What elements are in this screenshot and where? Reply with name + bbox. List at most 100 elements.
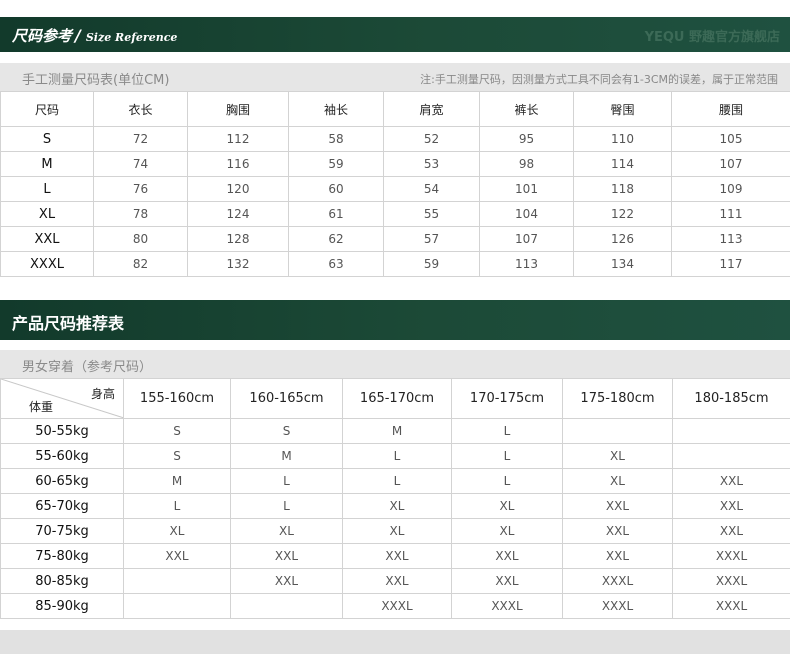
recommended-size-cell: XXL [230,543,343,569]
measurement-header-cell: 尺码 [0,91,94,127]
measurement-cell: 76 [93,176,188,202]
height-header-cell: 180-185cm [672,378,790,419]
measurement-cell: 104 [479,201,574,227]
weight-cell: 55-60kg [0,443,124,469]
recommendation-table-title: 男女穿着（参考尺码） [22,360,153,375]
measurement-header-cell: 臀围 [573,91,672,127]
recommended-size-cell: L [123,493,231,519]
measurement-cell: 101 [479,176,574,202]
banner-slash: / [75,26,81,45]
recommended-size-cell: XL [342,493,452,519]
corner-weight-label: 体重 [29,400,54,414]
measurement-header-cell: 胸围 [187,91,289,127]
table-row: M 74 116 59 53 98 114 107 [0,151,790,177]
measurement-cell: 107 [479,226,574,252]
recommended-size-cell: XL [451,493,563,519]
recommended-size-cell: L [230,468,343,494]
height-header-cell: 155-160cm [123,378,231,419]
measurement-cell: 117 [671,251,790,277]
weight-cell: 80-85kg [0,568,124,594]
recommended-size-cell: L [451,468,563,494]
table-row: XXXL 82 132 63 59 113 134 117 [0,251,790,277]
recommended-size-cell: XXL [451,543,563,569]
measurement-cell: 63 [288,251,384,277]
corner-height-label: 身高 [90,387,115,401]
measurement-cell: 55 [383,201,480,227]
measurement-header-row: 尺码 衣长 胸围 袖长 肩宽 裤长 臀围 腰围 [0,91,790,127]
weight-cell: 85-90kg [0,593,124,619]
recommended-size-cell [123,568,231,594]
measurement-cell: 116 [187,151,289,177]
height-header-cell: 165-170cm [342,378,452,419]
table-row: 85-90kg XXXL XXXL XXXL XXXL [0,593,790,619]
measurement-table-body: S 72 112 58 52 95 110 105 M 74 116 59 53 98 114 107 L 76 1… [0,126,790,277]
recommended-size-cell: XXXL [562,568,673,594]
measurement-table: 尺码 衣长 胸围 袖长 肩宽 裤长 臀围 腰围 S 72 112 58 52 95 110 105 M 74 11… [0,91,790,277]
recommended-size-cell: S [230,418,343,444]
recommended-size-cell: XXXL [672,568,790,594]
measurement-cell: 118 [573,176,672,202]
corner-diagonal: 身高 体重 [1,379,123,418]
measurement-cell: 126 [573,226,672,252]
size-cell: XXL [0,226,94,252]
recommended-size-cell: XXXL [562,593,673,619]
measurement-cell: 57 [383,226,480,252]
measurement-table-header-bar: 手工测量尺码表(单位CM) 注:手工测量尺码，因测量方式工具不同会有1-3CM的… [0,63,790,91]
size-cell: L [0,176,94,202]
recommended-size-cell [672,418,790,444]
measurement-cell: 112 [187,126,289,152]
recommended-size-cell: XXL [562,493,673,519]
height-header-cell: 170-175cm [451,378,563,419]
size-cell: S [0,126,94,152]
measurement-cell: 78 [93,201,188,227]
table-row: 50-55kg S S M L [0,418,790,444]
recommendation-table: 身高 体重 155-160cm 160-165cm 165-170cm 170-175… [0,378,790,619]
height-header-cell: 160-165cm [230,378,343,419]
weight-cell: 75-80kg [0,543,124,569]
recommended-size-cell [123,593,231,619]
recommendation-header-row: 身高 体重 155-160cm 160-165cm 165-170cm 170-175… [0,378,790,419]
recommended-size-cell: M [123,468,231,494]
size-cell: M [0,151,94,177]
measurement-cell: 52 [383,126,480,152]
measurement-cell: 122 [573,201,672,227]
recommended-size-cell [562,418,673,444]
table-row: 55-60kg S M L L XL [0,443,790,469]
recommended-size-cell: XXL [342,543,452,569]
recommended-size-cell: XXL [562,518,673,544]
recommended-size-cell: XXXL [451,593,563,619]
recommendation-banner: 产品尺码推荐表 [0,300,790,340]
table-row: 80-85kg XXL XXL XXL XXXL XXXL [0,568,790,594]
measurement-table-title: 手工测量尺码表(单位CM) [22,73,170,88]
measurement-cell: 98 [479,151,574,177]
recommended-size-cell [230,593,343,619]
weight-cell: 50-55kg [0,418,124,444]
measurement-cell: 107 [671,151,790,177]
measurement-cell: 128 [187,226,289,252]
measurement-cell: 134 [573,251,672,277]
recommended-size-cell: XXXL [672,543,790,569]
height-header-cell: 175-180cm [562,378,673,419]
footer-bar [0,630,790,654]
recommended-size-cell: L [451,418,563,444]
measurement-cell: 120 [187,176,289,202]
corner-cell: 身高 体重 [0,378,124,419]
measurement-header-cell: 袖长 [288,91,384,127]
measurement-cell: 113 [479,251,574,277]
table-row: 70-75kg XL XL XL XL XXL XXL [0,518,790,544]
recommended-size-cell [672,443,790,469]
measurement-cell: 110 [573,126,672,152]
measurement-cell: 132 [187,251,289,277]
measurement-cell: 95 [479,126,574,152]
recommendation-table-header-bar: 男女穿着（参考尺码） [0,350,790,378]
recommended-size-cell: XXL [451,568,563,594]
recommended-size-cell: XL [562,443,673,469]
recommended-size-cell: XXL [230,568,343,594]
table-row: 65-70kg L L XL XL XXL XXL [0,493,790,519]
measurement-cell: 62 [288,226,384,252]
measurement-cell: 114 [573,151,672,177]
recommended-size-cell: XXL [672,493,790,519]
table-row: 60-65kg M L L L XL XXL [0,468,790,494]
recommended-size-cell: L [230,493,343,519]
weight-cell: 65-70kg [0,493,124,519]
